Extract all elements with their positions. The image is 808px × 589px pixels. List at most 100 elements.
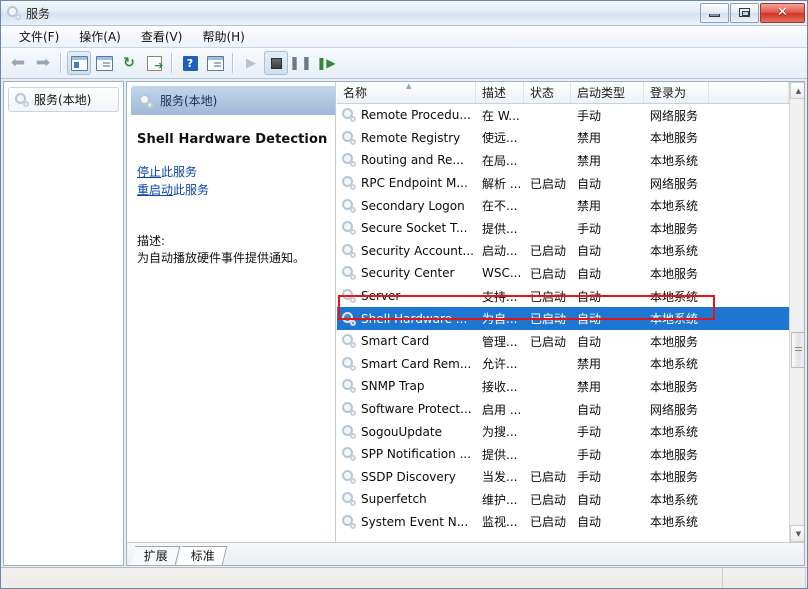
table-row[interactable]: Routing and Re... 在局... 禁用 本地系统 <box>337 149 789 172</box>
services-cog-icon <box>342 176 356 191</box>
row-service-name-label: Smart Card <box>361 334 430 349</box>
table-row[interactable]: Smart Card Rem... 允许... 禁用 本地系统 <box>337 353 789 376</box>
restart-service-link[interactable]: 重启动此服务 <box>137 181 335 199</box>
table-row[interactable]: RPC Endpoint M... 解析 ... 已启动 自动 网络服务 <box>337 172 789 195</box>
restart-service-button[interactable]: ❚▶ <box>314 51 338 75</box>
column-startup-type-label: 启动类型 <box>577 86 626 100</box>
help-button[interactable]: ? <box>178 51 202 75</box>
main-body: 服务(本地) 服务(本地) Shell Hardware Detection 停… <box>1 79 807 568</box>
refresh-button[interactable]: ↻ <box>117 51 141 75</box>
table-row[interactable]: Remote Registry 使远... 禁用 本地服务 <box>337 127 789 150</box>
scroll-thumb[interactable] <box>791 332 804 368</box>
row-description: 启用 ... <box>482 402 522 417</box>
toolbar-separator <box>60 53 62 73</box>
table-row[interactable]: Server 支持... 已启动 自动 本地系统 <box>337 285 789 308</box>
row-description: 在局... <box>482 153 518 168</box>
column-name[interactable]: 名称 <box>337 82 476 103</box>
column-status[interactable]: 状态 <box>524 82 571 103</box>
services-cog-icon <box>342 266 356 281</box>
column-startup-type[interactable]: 启动类型 <box>571 82 644 103</box>
row-description: 提供... <box>482 221 518 236</box>
scroll-down-button[interactable]: ▼ <box>790 525 804 542</box>
table-row[interactable]: Remote Procedu... 在 W... 手动 网络服务 <box>337 104 789 127</box>
row-service-name-label: SSDP Discovery <box>361 469 456 484</box>
list-vertical-scrollbar[interactable]: ▲ ▼ <box>789 82 804 542</box>
row-status: 已启动 <box>530 470 567 485</box>
minimize-icon <box>709 13 720 17</box>
row-startup-type: 禁用 <box>577 131 602 146</box>
row-startup-type: 手动 <box>577 447 602 462</box>
arrow-left-icon: ⬅ <box>10 52 26 73</box>
row-status: 已启动 <box>530 492 567 507</box>
row-service-name-label: Remote Procedu... <box>361 108 471 123</box>
table-row[interactable]: SNMP Trap 接收... 禁用 本地服务 <box>337 375 789 398</box>
row-service-name: SNMP Trap <box>337 379 476 394</box>
close-button[interactable]: ✕ <box>760 2 805 23</box>
action-pane-icon <box>206 55 224 71</box>
row-service-name: Security Center <box>337 266 476 281</box>
table-row[interactable]: Security Center WSC... 已启动 自动 本地服务 <box>337 262 789 285</box>
restart-icon: ❚▶ <box>316 56 336 70</box>
services-cog-icon <box>342 514 356 529</box>
row-startup-type: 禁用 <box>577 153 602 168</box>
row-status: 已启动 <box>530 266 567 281</box>
table-row[interactable]: SSDP Discovery 当发... 已启动 手动 本地服务 <box>337 466 789 489</box>
tab-extended[interactable]: 扩展 <box>130 546 181 565</box>
table-row[interactable]: Secure Socket T... 提供... 手动 本地服务 <box>337 217 789 240</box>
table-row[interactable]: SPP Notification ... 提供... 手动 本地服务 <box>337 443 789 466</box>
scroll-up-button[interactable]: ▲ <box>790 82 804 99</box>
row-description: 接收... <box>482 379 518 394</box>
table-row[interactable]: SogouUpdate 为搜... 手动 本地系统 <box>337 420 789 443</box>
services-cog-icon <box>342 334 356 349</box>
menu-help[interactable]: 帮助(H) <box>192 26 254 47</box>
table-row[interactable]: Security Account... 启动... 已启动 自动 本地系统 <box>337 240 789 263</box>
minimize-button[interactable] <box>700 2 729 23</box>
tab-standard[interactable]: 标准 <box>177 546 228 565</box>
table-row[interactable]: System Event N... 监视... 已启动 自动 本地系统 <box>337 511 789 534</box>
export-list-button[interactable] <box>142 51 166 75</box>
pause-service-button[interactable]: ❚❚ <box>289 51 313 75</box>
row-description: 维护... <box>482 492 518 507</box>
status-bar-message <box>1 567 723 588</box>
row-service-name-label: SPP Notification ... <box>361 447 472 462</box>
row-log-on-as: 本地系统 <box>650 289 699 304</box>
properties-button[interactable] <box>92 51 116 75</box>
table-row[interactable]: Shell Hardware ... 为自... 已启动 自动 本地系统 <box>337 307 789 330</box>
services-cog-icon <box>342 379 356 394</box>
start-service-button[interactable]: ▶ <box>239 51 263 75</box>
window-title: 服务 <box>26 6 51 21</box>
stop-service-link[interactable]: 停止此服务 <box>137 163 335 181</box>
tree-item-services-local[interactable]: 服务(本地) <box>8 87 119 112</box>
row-startup-type: 手动 <box>577 470 602 485</box>
stop-service-button[interactable] <box>264 51 288 75</box>
table-row[interactable]: Smart Card 管理... 已启动 自动 本地服务 <box>337 330 789 353</box>
show-hide-tree-button[interactable] <box>67 51 91 75</box>
row-service-name: Secure Socket T... <box>337 221 476 236</box>
column-log-on-as[interactable]: 登录为 <box>644 82 709 103</box>
menu-view[interactable]: 查看(V) <box>131 26 193 47</box>
column-description[interactable]: 描述 <box>476 82 524 103</box>
table-row[interactable]: Superfetch 维护... 已启动 自动 本地系统 <box>337 488 789 511</box>
forward-button[interactable]: ➡ <box>31 51 55 75</box>
row-service-name: Smart Card <box>337 334 476 349</box>
table-row[interactable]: Software Protect... 启用 ... 自动 网络服务 <box>337 398 789 421</box>
back-button[interactable]: ⬅ <box>6 51 30 75</box>
menu-action[interactable]: 操作(A) <box>69 26 131 47</box>
show-action-pane-button[interactable] <box>203 51 227 75</box>
row-service-name: System Event N... <box>337 514 476 529</box>
menu-file[interactable]: 文件(F) <box>9 26 69 47</box>
restore-icon <box>739 8 750 17</box>
row-log-on-as: 本地服务 <box>650 470 699 485</box>
row-description: WSC... <box>482 266 522 281</box>
row-description: 为自... <box>482 312 518 327</box>
view-tabs: 扩展 标准 <box>127 542 804 565</box>
column-extra[interactable] <box>709 82 789 103</box>
row-service-name: Remote Procedu... <box>337 108 476 123</box>
stop-service-link-underlined: 停止 <box>137 165 162 179</box>
table-row[interactable]: Secondary Logon 在不... 禁用 本地系统 <box>337 194 789 217</box>
maximize-button[interactable] <box>730 2 759 23</box>
toolbar-separator-3 <box>232 53 234 73</box>
row-description: 使远... <box>482 131 518 146</box>
services-cog-icon <box>342 108 356 123</box>
row-service-name-label: Superfetch <box>361 492 427 507</box>
